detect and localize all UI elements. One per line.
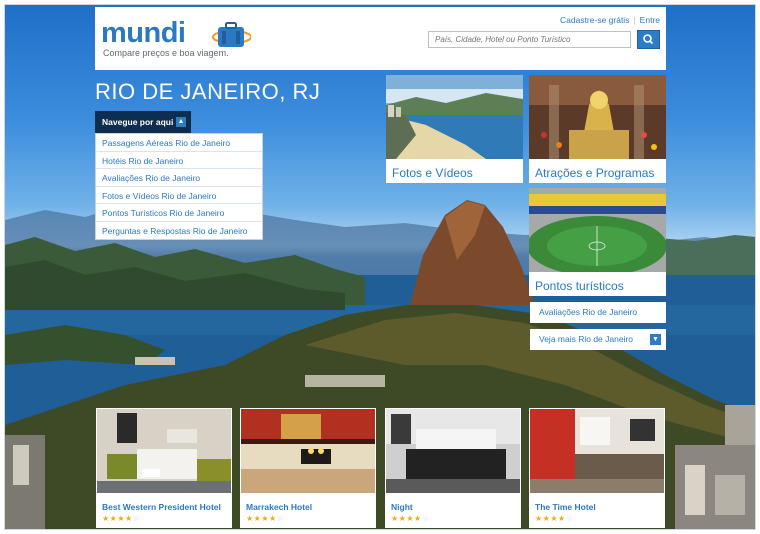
hotel-name[interactable]: Night [391,502,413,512]
hotel-photo [386,409,520,493]
star-empty-icon: ☆ [421,514,430,523]
hotel-rating: ★★★★☆ [102,514,140,523]
sights-tile[interactable]: Pontos turísticos [529,188,666,296]
hotel-rating: ★★★★☆ [391,514,429,523]
search-input[interactable] [428,31,631,48]
collapse-icon[interactable]: ▲ [176,117,186,127]
search-icon [643,34,654,45]
reviews-link[interactable]: Avaliações Rio de Janeiro [530,302,666,323]
attractions-tile-label: Atrações e Programas [535,166,655,180]
page-frame: mundi Compare preços e boa viagem. Cadas… [4,4,756,530]
hotel-photo [97,409,231,493]
carnival-photo [529,75,666,159]
suitcase-logo-icon[interactable] [211,20,251,50]
star-icon: ★★★★ [246,514,277,523]
header-links: Cadastre-se grátis | Entre [560,15,660,25]
star-empty-icon: ☆ [276,514,285,523]
signup-link[interactable]: Cadastre-se grátis [560,15,629,25]
beach-photo [386,75,523,159]
logo-text[interactable]: mundi [101,17,186,50]
see-more-label: Veja mais Rio de Janeiro [539,334,634,344]
hotel-name[interactable]: The Time Hotel [535,502,596,512]
photos-tile[interactable]: Fotos e Vídeos [386,75,523,183]
hotel-photo [530,409,664,493]
site-header: mundi Compare preços e boa viagem. Cadas… [95,7,666,70]
nav-item-photos[interactable]: Fotos e Vídeos Rio de Janeiro [96,187,262,204]
logo-tagline: Compare preços e boa viagem. [103,48,229,58]
expand-icon[interactable]: ▼ [650,334,661,345]
hotel-card[interactable]: The Time Hotel ★★★★☆ [529,408,665,528]
nav-item-flights[interactable]: Passagens Aéreas Rio de Janeiro [96,134,262,152]
link-divider: | [633,15,636,25]
stadium-photo [529,188,666,272]
sights-tile-label: Pontos turísticos [535,279,624,293]
nav-heading[interactable]: Navegue por aqui ▲ [95,111,191,133]
nav-heading-label: Navegue por aqui [102,117,174,127]
login-link[interactable]: Entre [640,15,660,25]
hotel-card[interactable]: Best Western President Hotel ★★★★☆ [96,408,232,528]
hotel-name[interactable]: Marrakech Hotel [246,502,312,512]
hotel-card[interactable]: Night ★★★★☆ [385,408,521,528]
star-icon: ★★★★ [535,514,566,523]
hotel-rating: ★★★★☆ [535,514,573,523]
star-icon: ★★★★ [102,514,133,523]
search-button[interactable] [637,30,660,49]
nav-list: Passagens Aéreas Rio de Janeiro Hotéis R… [95,133,263,240]
nav-item-hotels[interactable]: Hotéis Rio de Janeiro [96,152,262,169]
attractions-tile[interactable]: Atrações e Programas [529,75,666,183]
page-title: RIO DE JANEIRO, RJ [95,79,321,104]
hotel-name[interactable]: Best Western President Hotel [102,502,221,512]
nav-item-questions[interactable]: Perguntas e Respostas Rio de Janeiro [96,222,262,240]
see-more-link[interactable]: Veja mais Rio de Janeiro ▼ [530,329,666,350]
nav-item-reviews[interactable]: Avaliações Rio de Janeiro [96,169,262,187]
star-icon: ★★★★ [391,514,422,523]
photos-tile-label: Fotos e Vídeos [392,166,473,180]
star-empty-icon: ☆ [565,514,574,523]
star-empty-icon: ☆ [132,514,141,523]
nav-item-sights[interactable]: Pontos Turísticos Rio de Janeiro [96,204,262,222]
hotel-rating: ★★★★☆ [246,514,284,523]
hotel-card[interactable]: Marrakech Hotel ★★★★☆ [240,408,376,528]
hotel-photo [241,409,375,493]
